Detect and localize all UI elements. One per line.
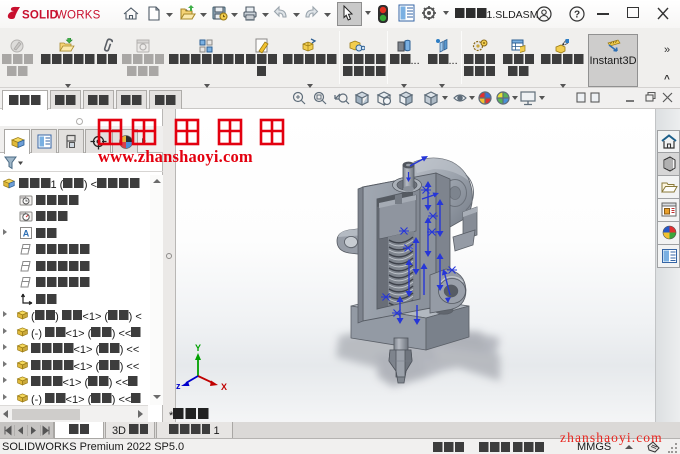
svg-text:WORKS: WORKS	[56, 10, 101, 22]
svg-text:A: A	[23, 229, 30, 239]
svg-text:Y: Y	[195, 343, 201, 353]
svg-text:SOLID: SOLID	[22, 10, 58, 22]
svg-text:z: z	[176, 381, 181, 391]
svg-text:?: ?	[574, 10, 580, 21]
svg-text:X: X	[221, 382, 227, 392]
